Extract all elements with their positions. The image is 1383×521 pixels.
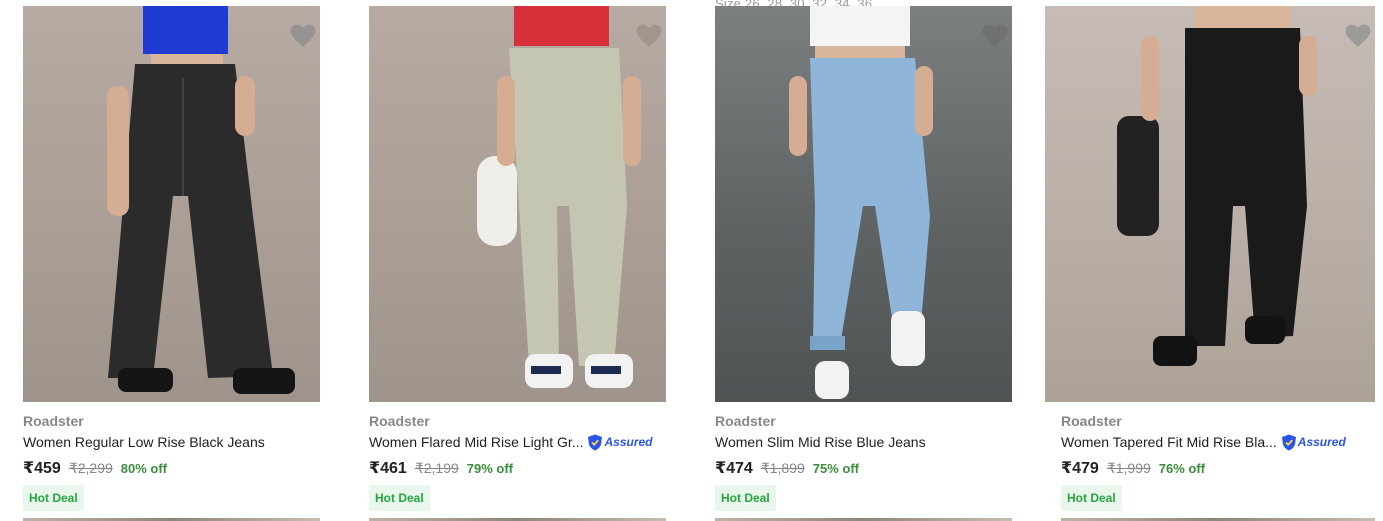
price-row: ₹474 ₹1,899 75% off xyxy=(715,458,859,478)
assured-label: Assured xyxy=(604,435,653,449)
product-mrp: ₹1,899 xyxy=(760,460,805,476)
product-mrp: ₹2,299 xyxy=(68,460,113,476)
product-brand: Roadster xyxy=(369,413,430,429)
product-brand: Roadster xyxy=(1061,413,1122,429)
product-mrp: ₹2,199 xyxy=(414,460,459,476)
hot-deal-badge: Hot Deal xyxy=(369,485,430,511)
assured-label: Assured xyxy=(1297,435,1346,449)
hot-deal-badge: Hot Deal xyxy=(23,485,84,511)
product-title[interactable]: Women Regular Low Rise Black Jeans xyxy=(23,434,265,450)
heart-icon xyxy=(636,24,662,47)
heart-icon xyxy=(982,24,1008,47)
product-brand: Roadster xyxy=(715,413,776,429)
product-card[interactable]: Roadster Women Regular Low Rise Black Je… xyxy=(23,0,320,521)
product-price: ₹459 xyxy=(23,460,61,477)
product-title-row[interactable]: Women Slim Mid Rise Blue Jeans xyxy=(715,433,926,451)
price-row: ₹479 ₹1,999 76% off xyxy=(1061,458,1205,478)
product-discount: 75% off xyxy=(812,461,860,476)
product-grid: Roadster Women Regular Low Rise Black Je… xyxy=(0,0,1383,521)
heart-icon xyxy=(290,24,316,47)
wishlist-button[interactable] xyxy=(1345,24,1375,52)
product-image[interactable] xyxy=(1045,6,1375,402)
assured-badge: Assured xyxy=(587,434,653,451)
product-image[interactable] xyxy=(715,6,1012,402)
wishlist-button[interactable] xyxy=(982,24,1012,52)
product-discount: 79% off xyxy=(466,461,514,476)
product-discount: 76% off xyxy=(1158,461,1206,476)
heart-icon xyxy=(1345,24,1371,47)
product-title-row[interactable]: Women Regular Low Rise Black Jeans xyxy=(23,433,265,451)
product-title-row[interactable]: Women Tapered Fit Mid Rise Bla... Assure… xyxy=(1061,433,1346,451)
model-black-wide-jeans-illustration xyxy=(107,6,295,394)
model-black-tapered-jeans-illustration xyxy=(1117,6,1317,366)
assured-shield-icon xyxy=(588,434,603,450)
product-card[interactable]: Roadster Women Flared Mid Rise Light Gr.… xyxy=(369,0,666,521)
assured-shield-icon xyxy=(1281,434,1296,450)
product-title[interactable]: Women Slim Mid Rise Blue Jeans xyxy=(715,434,926,450)
price-row: ₹459 ₹2,299 80% off xyxy=(23,458,167,478)
product-card[interactable]: Size 26, 28, 30, 32, 34, 36 Roadster xyxy=(715,0,1012,521)
product-image[interactable] xyxy=(23,6,320,402)
product-mrp: ₹1,999 xyxy=(1106,460,1151,476)
product-title[interactable]: Women Tapered Fit Mid Rise Bla... xyxy=(1061,434,1277,450)
product-card[interactable]: Roadster Women Tapered Fit Mid Rise Bla.… xyxy=(1045,0,1375,521)
product-price: ₹474 xyxy=(715,460,753,477)
assured-badge: Assured xyxy=(1281,434,1346,451)
hot-deal-badge: Hot Deal xyxy=(1061,485,1122,511)
product-image[interactable] xyxy=(369,6,666,402)
product-title[interactable]: Women Flared Mid Rise Light Gr... xyxy=(369,434,583,450)
product-price: ₹479 xyxy=(1061,460,1099,477)
hot-deal-badge: Hot Deal xyxy=(715,485,776,511)
wishlist-button[interactable] xyxy=(636,24,666,52)
model-blue-jogger-jeans-illustration xyxy=(789,6,933,399)
wishlist-button[interactable] xyxy=(290,24,320,52)
model-flared-jeans-illustration xyxy=(477,6,641,388)
price-row: ₹461 ₹2,199 79% off xyxy=(369,458,513,478)
product-brand: Roadster xyxy=(23,413,84,429)
product-discount: 80% off xyxy=(120,461,168,476)
product-price: ₹461 xyxy=(369,460,407,477)
product-title-row[interactable]: Women Flared Mid Rise Light Gr... Assure… xyxy=(369,433,653,451)
